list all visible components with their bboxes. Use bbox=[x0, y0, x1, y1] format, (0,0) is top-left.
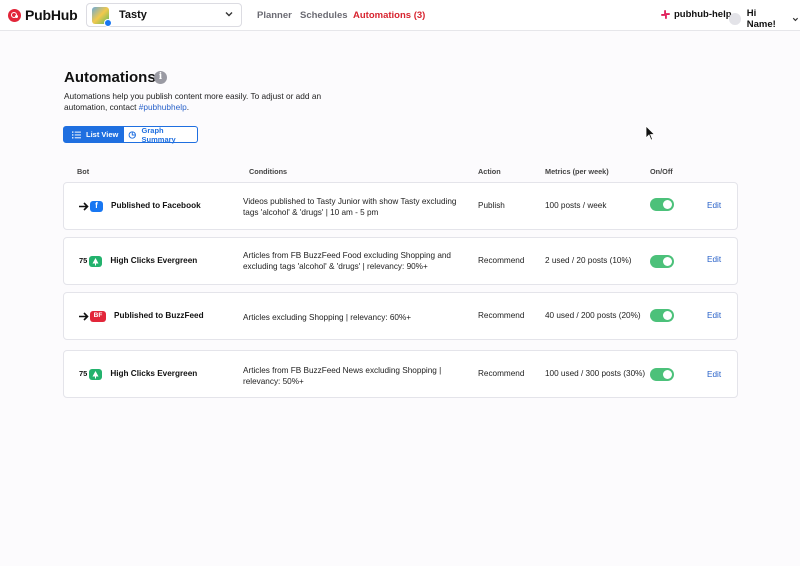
mouse-cursor-icon bbox=[645, 125, 655, 141]
buzzfeed-icon: BF bbox=[90, 311, 106, 322]
metrics-cell: 40 used / 200 posts (20%) bbox=[545, 311, 641, 320]
metrics-cell: 100 used / 300 posts (30%) bbox=[545, 369, 646, 378]
metrics-cell: 100 posts / week bbox=[545, 201, 607, 210]
edit-link[interactable]: Edit bbox=[707, 311, 721, 322]
bot-cell: 75 High Clicks Evergreen bbox=[79, 369, 197, 380]
automation-row-4: 75 High Clicks Evergreen Articles from F… bbox=[63, 350, 738, 398]
page-title: Automations bbox=[64, 69, 156, 86]
on-off-toggle[interactable] bbox=[650, 198, 674, 211]
column-header-onoff: On/Off bbox=[650, 167, 673, 176]
column-header-bot: Bot bbox=[77, 167, 90, 176]
app-logo[interactable]: PubHub bbox=[8, 7, 78, 23]
bot-icons: 75 bbox=[79, 369, 103, 380]
page-selector[interactable]: Tasty bbox=[86, 3, 242, 27]
action-cell: Publish bbox=[478, 201, 505, 210]
evergreen-score: 75 bbox=[79, 256, 88, 266]
toggle-knob bbox=[663, 200, 672, 209]
conditions-cell: Videos published to Tasty Junior with sh… bbox=[243, 197, 457, 217]
user-avatar bbox=[729, 13, 741, 25]
automation-row-2: 75 High Clicks Evergreen Articles from F… bbox=[63, 237, 738, 285]
arrow-right-icon bbox=[79, 202, 89, 211]
column-header-conditions: Conditions bbox=[249, 167, 288, 176]
on-off-toggle[interactable] bbox=[650, 255, 674, 268]
facebook-icon: f bbox=[90, 201, 103, 212]
edit-link[interactable]: Edit bbox=[707, 370, 721, 381]
toggle-knob bbox=[663, 311, 672, 320]
bot-name: High Clicks Evergreen bbox=[110, 369, 198, 379]
bot-icons: 75 bbox=[79, 256, 103, 267]
slack-icon bbox=[661, 10, 670, 19]
on-off-toggle[interactable] bbox=[650, 368, 674, 381]
help-label: pubhub-help bbox=[674, 9, 732, 20]
bot-cell: 75 High Clicks Evergreen bbox=[79, 256, 197, 267]
bot-icons: BF bbox=[79, 311, 106, 322]
action-cell: Recommend bbox=[478, 369, 525, 378]
page-selector-label: Tasty bbox=[119, 9, 147, 21]
list-icon bbox=[72, 130, 81, 138]
chevron-down-icon bbox=[792, 17, 799, 21]
app-name: PubHub bbox=[25, 7, 78, 23]
pie-chart-icon bbox=[128, 130, 136, 139]
help-channel-link[interactable]: #pubhubhelp bbox=[139, 102, 187, 112]
automation-row-3: BF Published to BuzzFeed Articles exclud… bbox=[63, 292, 738, 340]
top-bar: PubHub Tasty Planner Schedules Automatio… bbox=[0, 0, 800, 31]
pubhub-logo-icon bbox=[8, 8, 21, 22]
page-description: Automations help you publish content mor… bbox=[64, 91, 322, 112]
on-off-toggle[interactable] bbox=[650, 309, 674, 322]
graph-summary-button[interactable]: Graph Summary bbox=[124, 126, 198, 144]
evergreen-score: 75 bbox=[79, 369, 88, 379]
info-icon[interactable]: i bbox=[154, 71, 167, 84]
bot-cell: BF Published to BuzzFeed bbox=[79, 311, 204, 322]
bot-name: Published to Facebook bbox=[111, 201, 201, 211]
bot-name: Published to BuzzFeed bbox=[114, 311, 204, 321]
bot-icons: f bbox=[79, 201, 103, 212]
evergreen-tree-icon bbox=[89, 256, 103, 267]
nav-planner[interactable]: Planner bbox=[257, 0, 292, 31]
user-greeting: Hi Name! bbox=[746, 8, 776, 30]
conditions-cell: Articles excluding Shopping | relevancy:… bbox=[243, 313, 412, 322]
view-toggle: List View Graph Summary bbox=[63, 126, 198, 144]
help-link[interactable]: pubhub-help bbox=[661, 9, 732, 20]
column-header-metrics: Metrics (per week) bbox=[545, 167, 609, 176]
toggle-knob bbox=[663, 370, 672, 379]
facebook-mini-icon bbox=[104, 18, 112, 27]
list-view-button[interactable]: List View bbox=[63, 126, 124, 143]
chevron-down-icon bbox=[225, 12, 233, 17]
page-avatar bbox=[92, 6, 112, 27]
bot-cell: f Published to Facebook bbox=[79, 201, 201, 212]
user-menu[interactable]: Hi Name! bbox=[729, 8, 800, 30]
action-cell: Recommend bbox=[478, 311, 525, 320]
edit-link[interactable]: Edit bbox=[707, 201, 721, 212]
nav-automations[interactable]: Automations (3) bbox=[353, 0, 425, 31]
bot-name: High Clicks Evergreen bbox=[110, 256, 198, 266]
edit-link[interactable]: Edit bbox=[707, 255, 721, 266]
toggle-knob bbox=[663, 257, 672, 266]
nav-schedules[interactable]: Schedules bbox=[300, 0, 348, 31]
evergreen-tree-icon bbox=[89, 369, 103, 380]
automation-row-1: f Published to Facebook Videos published… bbox=[63, 182, 738, 230]
column-header-action: Action bbox=[478, 167, 501, 176]
conditions-cell: Articles from FB BuzzFeed Food excluding… bbox=[243, 251, 451, 271]
conditions-cell: Articles from FB BuzzFeed News excluding… bbox=[243, 366, 442, 386]
metrics-cell: 2 used / 20 posts (10%) bbox=[545, 256, 632, 265]
action-cell: Recommend bbox=[478, 256, 525, 265]
arrow-right-icon bbox=[79, 312, 89, 321]
